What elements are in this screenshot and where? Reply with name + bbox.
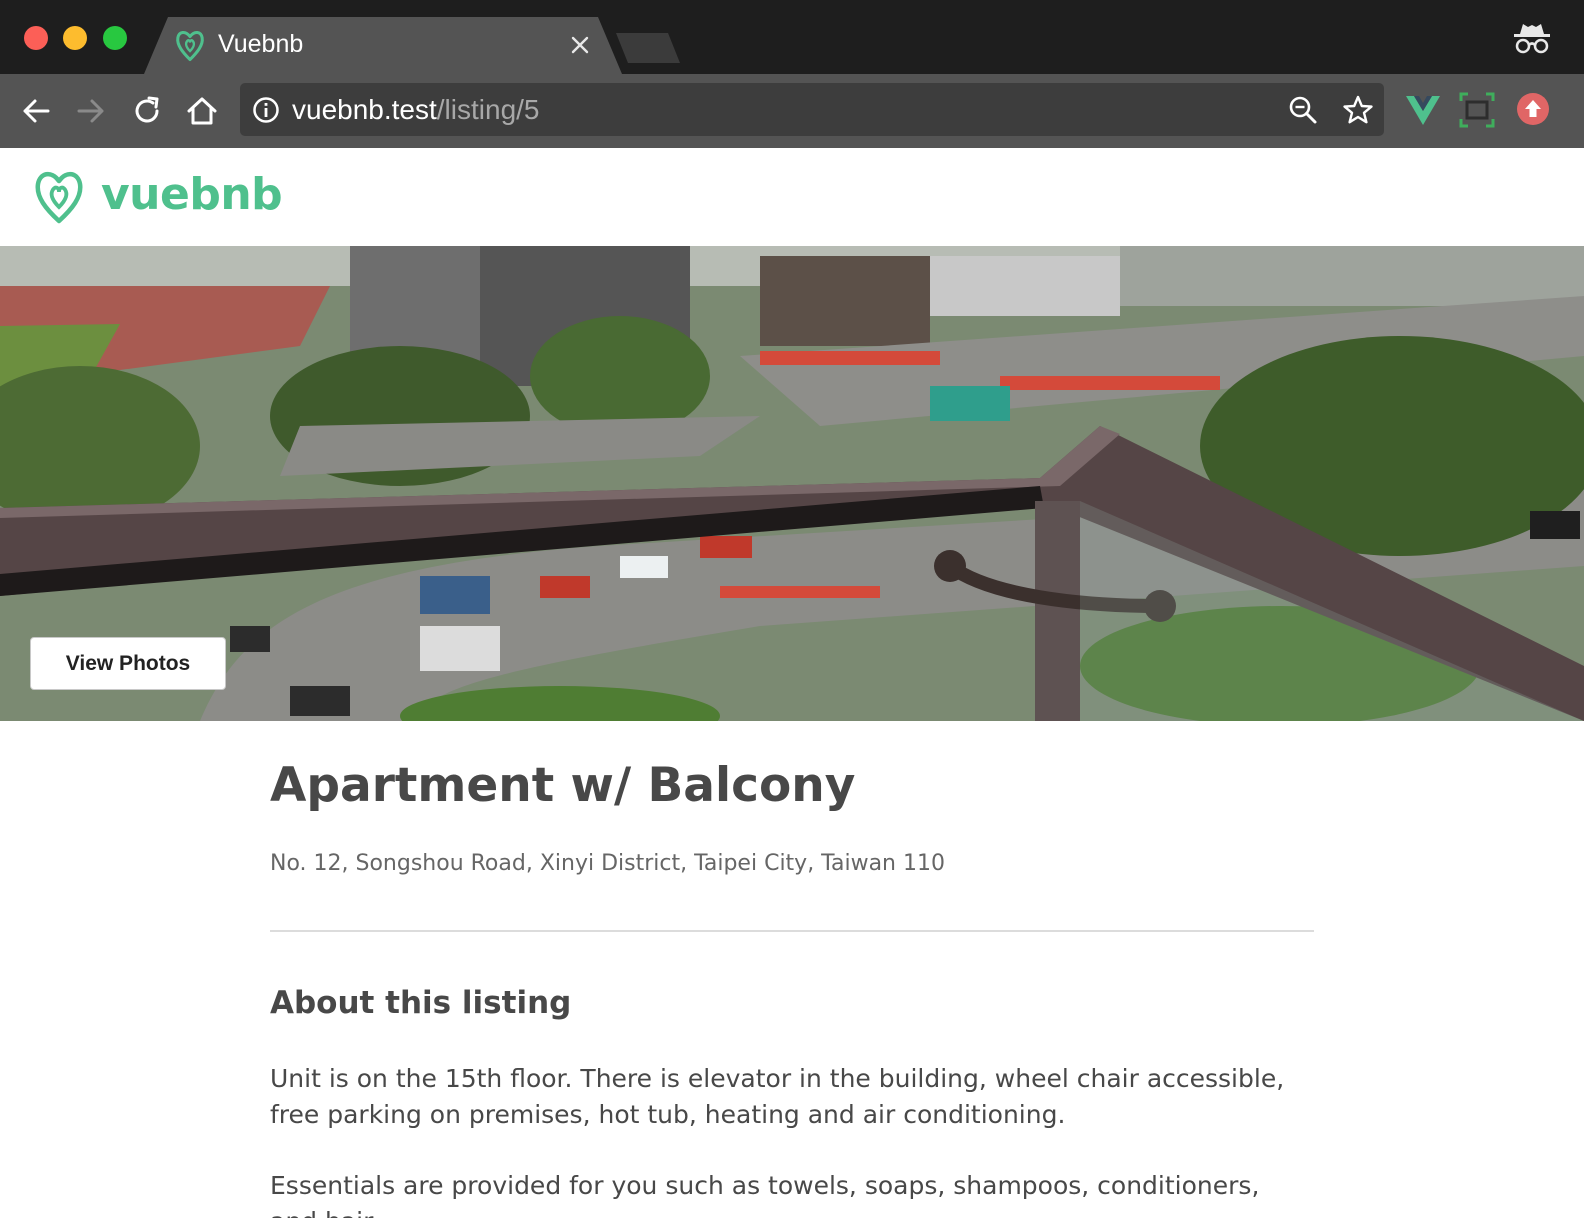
listing-address: No. 12, Songshou Road, Xinyi District, T…	[270, 851, 945, 876]
minimize-window-button[interactable]	[63, 26, 87, 50]
listing-title: Apartment w/ Balcony	[270, 758, 856, 813]
url-text: vuebnb.test/listing/5	[292, 94, 540, 126]
new-tab-button[interactable]	[616, 33, 680, 63]
maximize-window-button[interactable]	[103, 26, 127, 50]
site-info-icon[interactable]	[252, 96, 280, 124]
close-window-button[interactable]	[24, 26, 48, 50]
update-icon[interactable]	[1516, 92, 1550, 126]
reload-icon[interactable]	[129, 93, 165, 129]
incognito-icon	[1514, 24, 1550, 54]
page-viewport: vuebnb View Photos Apartment w/ Balcony …	[0, 148, 1584, 1218]
zoom-icon[interactable]	[1288, 95, 1318, 125]
home-icon[interactable]	[184, 93, 220, 129]
vue-devtools-icon[interactable]	[1404, 91, 1442, 129]
close-tab-icon[interactable]	[568, 33, 592, 57]
view-photos-button[interactable]: View Photos	[30, 637, 226, 690]
forward-arrow-icon[interactable]	[73, 93, 109, 129]
brand-name[interactable]: vuebnb	[101, 169, 283, 220]
tab-title: Vuebnb	[218, 30, 304, 58]
back-arrow-icon[interactable]	[18, 93, 54, 129]
browser-titlebar: Vuebnb	[0, 0, 1584, 74]
url-host: vuebnb.test	[292, 94, 437, 125]
browser-tab-active[interactable]: Vuebnb	[144, 17, 622, 74]
site-header: vuebnb	[0, 148, 1584, 245]
url-path: /listing/5	[436, 94, 540, 125]
section-divider	[270, 930, 1314, 932]
vuebnb-logo-icon[interactable]	[33, 168, 85, 224]
about-paragraph: Unit is on the 15th floor. There is elev…	[270, 1064, 1285, 1129]
hero-image: View Photos	[0, 246, 1584, 721]
vuebnb-favicon-icon	[176, 31, 204, 62]
bookmark-star-icon[interactable]	[1342, 94, 1374, 126]
screen-capture-icon[interactable]	[1458, 91, 1496, 129]
balcony-city-view-photo	[0, 246, 1584, 721]
about-heading: About this listing	[270, 985, 572, 1021]
address-bar[interactable]: vuebnb.test/listing/5	[240, 83, 1384, 136]
about-paragraph: Essentials are provided for you such as …	[270, 1171, 1260, 1218]
browser-toolbar: vuebnb.test/listing/5	[0, 74, 1584, 148]
